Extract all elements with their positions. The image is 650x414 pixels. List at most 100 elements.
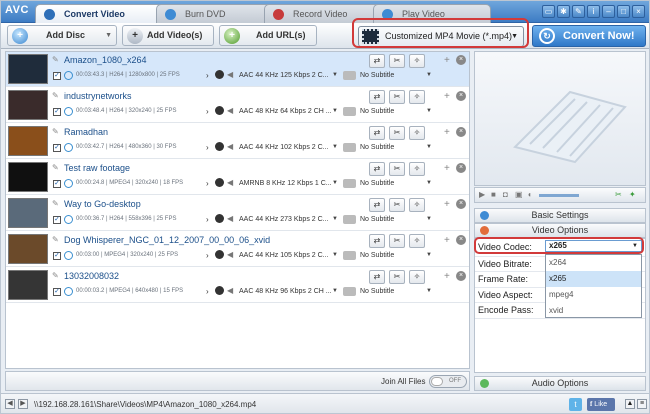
rename-icon[interactable]: ✎: [52, 271, 59, 280]
join-all-files-toggle[interactable]: OFF: [429, 375, 467, 388]
codec-option[interactable]: x264: [546, 255, 641, 271]
close-icon[interactable]: ×: [632, 5, 645, 18]
wand-icon[interactable]: ✧: [409, 162, 425, 176]
remove-icon[interactable]: ×: [456, 199, 466, 209]
settings-icon[interactable]: ⇄: [369, 162, 385, 176]
tab-burn-dvd[interactable]: Burn DVD: [156, 4, 274, 23]
file-row[interactable]: ✎ industrynetworks ✓ 00:03:48.4 | H264 | 32…: [6, 88, 469, 123]
scissors-icon[interactable]: ✂: [389, 54, 405, 68]
chevron-down-icon[interactable]: ▼: [105, 26, 112, 45]
tab-convert-video[interactable]: Convert Video: [35, 4, 163, 23]
file-name[interactable]: Test raw footage: [64, 163, 130, 173]
settings-icon[interactable]: ⇄: [369, 270, 385, 284]
file-checkbox[interactable]: ✓: [53, 144, 61, 152]
file-checkbox[interactable]: ✓: [53, 180, 61, 188]
file-checkbox[interactable]: ✓: [53, 288, 61, 296]
add-icon[interactable]: +: [444, 271, 450, 282]
play-arrow-icon[interactable]: ›: [206, 107, 209, 116]
file-checkbox[interactable]: ✓: [53, 216, 61, 224]
file-row[interactable]: ✎ Ramadhan ✓ 00:03:42.7 | H264 | 480x360 | …: [6, 124, 469, 159]
wand-icon[interactable]: ✧: [409, 270, 425, 284]
play-arrow-icon[interactable]: ›: [206, 215, 209, 224]
remove-icon[interactable]: ×: [456, 235, 466, 245]
file-row[interactable]: ✎ 13032008032 ✓ 00:00:03.2 | MPEG4 | 640x48…: [6, 268, 469, 303]
codec-option-selected[interactable]: x265: [546, 271, 641, 287]
volume-slider[interactable]: [539, 194, 579, 197]
snapshot-icon[interactable]: ◘: [503, 190, 508, 199]
scissors-icon[interactable]: ✂: [389, 270, 405, 284]
file-name[interactable]: 13032008032: [64, 271, 119, 281]
rename-icon[interactable]: ✎: [52, 163, 59, 172]
chevron-down-icon[interactable]: ▼: [426, 180, 432, 186]
add-disc-button[interactable]: + Add Disc ▼: [7, 25, 117, 46]
rename-icon[interactable]: ✎: [52, 91, 59, 100]
file-row[interactable]: ✎ Test raw footage ✓ 00:00:24.8 | MPEG4 | 3…: [6, 160, 469, 195]
scissors-icon[interactable]: ✂: [389, 126, 405, 140]
wand-icon[interactable]: ✧: [409, 90, 425, 104]
chevron-down-icon[interactable]: ▼: [332, 180, 338, 186]
convert-now-button[interactable]: ↻ Convert Now!: [532, 25, 646, 47]
subtitle-select[interactable]: No Subtitle: [360, 72, 394, 79]
menu-icon[interactable]: ≡: [637, 399, 647, 409]
chevron-down-icon[interactable]: ▼: [426, 216, 432, 222]
video-options-header[interactable]: Video Options: [474, 223, 646, 238]
rename-icon[interactable]: ✎: [52, 199, 59, 208]
file-checkbox[interactable]: ✓: [53, 72, 61, 80]
subtitle-select[interactable]: No Subtitle: [360, 288, 394, 295]
arrow-right-icon[interactable]: ▶: [18, 399, 28, 409]
stop-icon[interactable]: ■: [491, 190, 496, 199]
play-arrow-icon[interactable]: ›: [206, 287, 209, 296]
settings-icon[interactable]: ⇄: [369, 54, 385, 68]
play-icon[interactable]: ▶: [479, 190, 485, 199]
remove-icon[interactable]: ×: [456, 163, 466, 173]
subtitle-select[interactable]: No Subtitle: [360, 216, 394, 223]
file-checkbox[interactable]: ✓: [53, 108, 61, 116]
subtitle-select[interactable]: No Subtitle: [360, 180, 394, 187]
chevron-down-icon[interactable]: ▼: [332, 252, 338, 258]
add-icon[interactable]: +: [444, 127, 450, 138]
wrench-icon[interactable]: ✎: [572, 5, 585, 18]
facebook-like-button[interactable]: f Like: [587, 398, 615, 411]
settings-icon[interactable]: ⇄: [369, 234, 385, 248]
remove-icon[interactable]: ×: [456, 55, 466, 65]
minimize-icon[interactable]: –: [602, 5, 615, 18]
monitor-icon[interactable]: ▭: [542, 5, 555, 18]
maximize-icon[interactable]: □: [617, 5, 630, 18]
play-arrow-icon[interactable]: ›: [206, 143, 209, 152]
volume-icon[interactable]: ◖: [527, 190, 532, 199]
chevron-down-icon[interactable]: ▼: [426, 288, 432, 294]
effects-icon[interactable]: ✦: [629, 190, 636, 199]
subtitle-select[interactable]: No Subtitle: [360, 144, 394, 151]
wand-icon[interactable]: ✧: [409, 126, 425, 140]
chevron-down-icon[interactable]: ▼: [332, 216, 338, 222]
file-checkbox[interactable]: ✓: [53, 252, 61, 260]
chevron-down-icon[interactable]: ▼: [426, 108, 432, 114]
info-icon[interactable]: i: [587, 5, 600, 18]
add-icon[interactable]: +: [444, 235, 450, 246]
file-name[interactable]: Way to Go-desktop: [64, 199, 141, 209]
file-name[interactable]: Ramadhan: [64, 127, 108, 137]
settings-icon[interactable]: ⇄: [369, 198, 385, 212]
chevron-down-icon[interactable]: ▼: [426, 144, 432, 150]
remove-icon[interactable]: ×: [456, 127, 466, 137]
gear-icon[interactable]: ✱: [557, 5, 570, 18]
codec-option[interactable]: mpeg4: [546, 287, 641, 303]
file-row[interactable]: ✎ Amazon_1080_x264 ✓ 00:03:43.3 | H264 | 12…: [6, 52, 469, 87]
wand-icon[interactable]: ✧: [409, 54, 425, 68]
arrow-left-icon[interactable]: ◀: [5, 399, 15, 409]
rename-icon[interactable]: ✎: [52, 55, 59, 64]
scissors-icon[interactable]: ✂: [389, 162, 405, 176]
file-name[interactable]: Amazon_1080_x264: [64, 55, 147, 65]
edit-icon[interactable]: ✂: [615, 190, 622, 199]
remove-icon[interactable]: ×: [456, 91, 466, 101]
subtitle-select[interactable]: No Subtitle: [360, 108, 394, 115]
folder-icon[interactable]: ▣: [515, 190, 523, 199]
chevron-down-icon[interactable]: ▼: [332, 72, 338, 78]
scissors-icon[interactable]: ✂: [389, 234, 405, 248]
remove-icon[interactable]: ×: [456, 271, 466, 281]
settings-icon[interactable]: ⇄: [369, 126, 385, 140]
add-icon[interactable]: +: [444, 199, 450, 210]
play-arrow-icon[interactable]: ›: [206, 179, 209, 188]
twitter-icon[interactable]: t: [569, 398, 582, 411]
wand-icon[interactable]: ✧: [409, 234, 425, 248]
